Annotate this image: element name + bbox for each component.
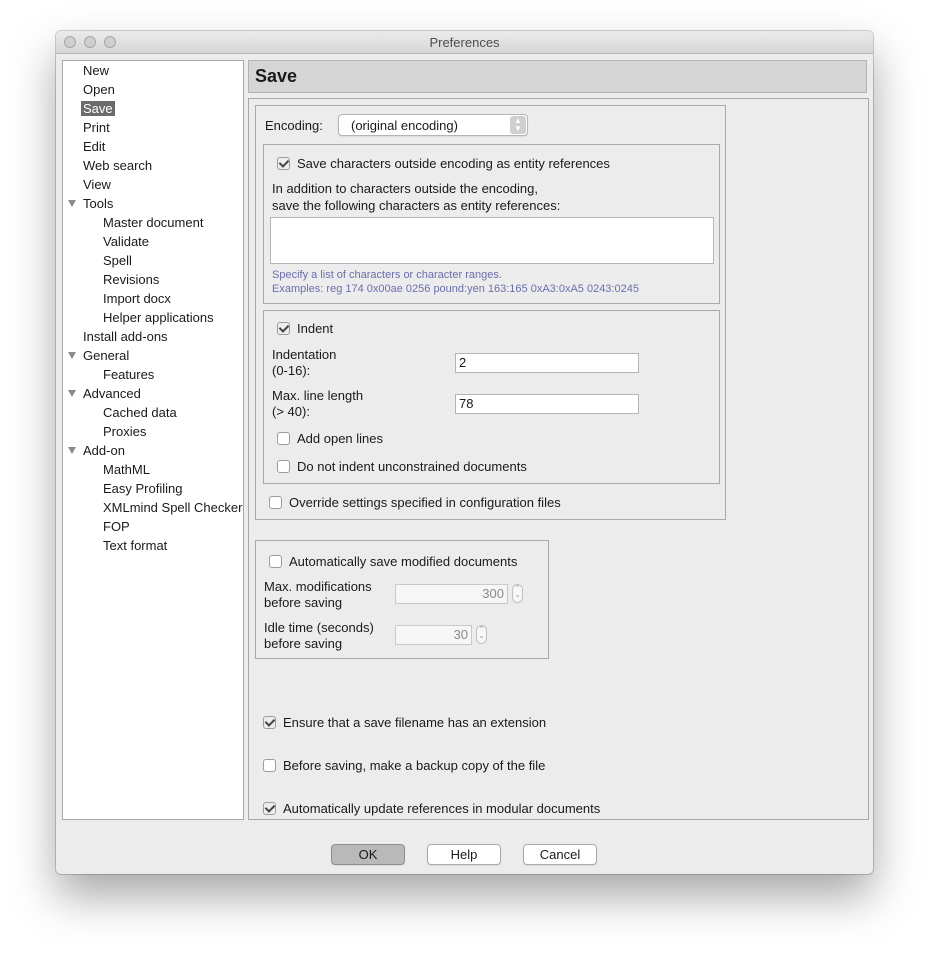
nav-item-print[interactable]: Print bbox=[83, 119, 110, 136]
unconstrained-documents-label: Do not indent unconstrained documents bbox=[297, 459, 527, 474]
nav-item-helper-applications[interactable]: Helper applications bbox=[103, 309, 214, 326]
entity-description-line2: save the following characters as entity … bbox=[272, 198, 561, 213]
nav-item-tools[interactable]: Tools bbox=[83, 195, 113, 212]
nav-item-xmlmind-spell-checker[interactable]: XMLmind Spell Checker bbox=[103, 499, 242, 516]
preferences-window: Preferences New Open Save Print Edit Web… bbox=[56, 31, 873, 874]
nav-item-revisions[interactable]: Revisions bbox=[103, 271, 159, 288]
entity-hint-line2: Examples: reg 174 0x00ae 0256 pound:yen … bbox=[272, 283, 639, 295]
backup-copy-checkbox[interactable] bbox=[263, 759, 276, 772]
ensure-extension-label: Ensure that a save filename has an exten… bbox=[283, 715, 547, 730]
chevron-up-down-icon: ▲ ▼ bbox=[510, 116, 526, 134]
page-title: Save bbox=[255, 66, 298, 86]
expand-triangle-icon[interactable] bbox=[68, 447, 76, 454]
nav-item-edit[interactable]: Edit bbox=[83, 138, 105, 155]
cancel-button[interactable]: Cancel bbox=[523, 844, 597, 865]
autosave-label: Automatically save modified documents bbox=[289, 554, 518, 569]
nav-item-easy-profiling[interactable]: Easy Profiling bbox=[103, 480, 182, 497]
max-modifications-input[interactable]: 300 bbox=[395, 584, 508, 604]
expand-triangle-icon[interactable] bbox=[68, 352, 76, 359]
autosave-group: Automatically save modified documents Ma… bbox=[255, 540, 549, 659]
indentation-label-line2: (0-16): bbox=[272, 363, 311, 378]
nav-item-web-search[interactable]: Web search bbox=[83, 157, 152, 174]
override-settings-checkbox[interactable] bbox=[269, 496, 282, 509]
idle-time-label-line2: before saving bbox=[264, 636, 343, 651]
save-outside-encoding-label: Save characters outside encoding as enti… bbox=[297, 156, 610, 171]
nav-item-save[interactable]: Save bbox=[81, 100, 115, 117]
encoding-label: Encoding: bbox=[265, 118, 323, 133]
nav-item-general[interactable]: General bbox=[83, 347, 129, 364]
save-settings-panel: Encoding: (original encoding) ▲ ▼ Save ch… bbox=[248, 98, 869, 820]
save-outside-encoding-checkbox[interactable] bbox=[277, 157, 290, 170]
encoding-group: Encoding: (original encoding) ▲ ▼ Save ch… bbox=[255, 105, 726, 520]
entity-references-group: Save characters outside encoding as enti… bbox=[263, 144, 720, 304]
nav-item-view[interactable]: View bbox=[83, 176, 111, 193]
entity-description-line1: In addition to characters outside the en… bbox=[272, 181, 538, 196]
nav-item-validate[interactable]: Validate bbox=[103, 233, 149, 250]
idle-time-input[interactable]: 30 bbox=[395, 625, 472, 645]
expand-triangle-icon[interactable] bbox=[68, 390, 76, 397]
preferences-nav-tree[interactable]: New Open Save Print Edit Web search View… bbox=[62, 60, 244, 820]
nav-item-features[interactable]: Features bbox=[103, 366, 154, 383]
nav-item-cached-data[interactable]: Cached data bbox=[103, 404, 177, 421]
nav-item-add-on[interactable]: Add-on bbox=[83, 442, 125, 459]
max-line-length-label-line2: (> 40): bbox=[272, 404, 310, 419]
nav-item-mathml[interactable]: MathML bbox=[103, 461, 150, 478]
indent-checkbox[interactable] bbox=[277, 322, 290, 335]
indent-group: Indent Indentation (0-16): 2 Max. line l… bbox=[263, 310, 720, 484]
update-references-label: Automatically update references in modul… bbox=[283, 801, 601, 816]
indent-label: Indent bbox=[297, 321, 334, 336]
expand-triangle-icon[interactable] bbox=[68, 200, 76, 207]
nav-item-open[interactable]: Open bbox=[83, 81, 115, 98]
nav-item-new[interactable]: New bbox=[83, 62, 109, 79]
backup-copy-label: Before saving, make a backup copy of the… bbox=[283, 758, 546, 773]
indentation-input[interactable]: 2 bbox=[455, 353, 639, 373]
nav-item-advanced[interactable]: Advanced bbox=[83, 385, 141, 402]
help-button[interactable]: Help bbox=[427, 844, 501, 865]
indentation-label-line1: Indentation bbox=[272, 347, 337, 362]
max-modifications-stepper[interactable]: ⌃ ⌄ bbox=[512, 584, 523, 603]
autosave-checkbox[interactable] bbox=[269, 555, 282, 568]
nav-item-master-document[interactable]: Master document bbox=[103, 214, 203, 231]
max-line-length-input[interactable]: 78 bbox=[455, 394, 639, 414]
idle-time-stepper[interactable]: ⌃ ⌄ bbox=[476, 625, 487, 644]
title-bar: Preferences bbox=[56, 31, 873, 54]
ensure-extension-checkbox[interactable] bbox=[263, 716, 276, 729]
entity-characters-textarea[interactable] bbox=[270, 217, 714, 264]
nav-item-fop[interactable]: FOP bbox=[103, 518, 130, 535]
max-line-length-label-line1: Max. line length bbox=[272, 388, 364, 403]
encoding-selected-value: (original encoding) bbox=[351, 118, 458, 133]
nav-item-import-docx[interactable]: Import docx bbox=[103, 290, 171, 307]
nav-item-spell[interactable]: Spell bbox=[103, 252, 132, 269]
nav-item-install-add-ons[interactable]: Install add-ons bbox=[83, 328, 168, 345]
entity-hint-line1: Specify a list of characters or characte… bbox=[272, 269, 502, 281]
page-header: Save bbox=[248, 60, 867, 93]
idle-time-label-line1: Idle time (seconds) bbox=[264, 620, 374, 635]
add-open-lines-label: Add open lines bbox=[297, 431, 384, 446]
unconstrained-documents-checkbox[interactable] bbox=[277, 460, 290, 473]
override-settings-label: Override settings specified in configura… bbox=[289, 495, 561, 510]
ok-button[interactable]: OK bbox=[331, 844, 405, 865]
add-open-lines-checkbox[interactable] bbox=[277, 432, 290, 445]
max-modifications-label-line2: before saving bbox=[264, 595, 343, 610]
max-modifications-label-line1: Max. modifications bbox=[264, 579, 372, 594]
encoding-select[interactable]: (original encoding) ▲ ▼ bbox=[338, 114, 528, 136]
nav-item-proxies[interactable]: Proxies bbox=[103, 423, 146, 440]
update-references-checkbox[interactable] bbox=[263, 802, 276, 815]
window-title: Preferences bbox=[429, 35, 500, 50]
nav-item-text-format[interactable]: Text format bbox=[103, 537, 167, 554]
